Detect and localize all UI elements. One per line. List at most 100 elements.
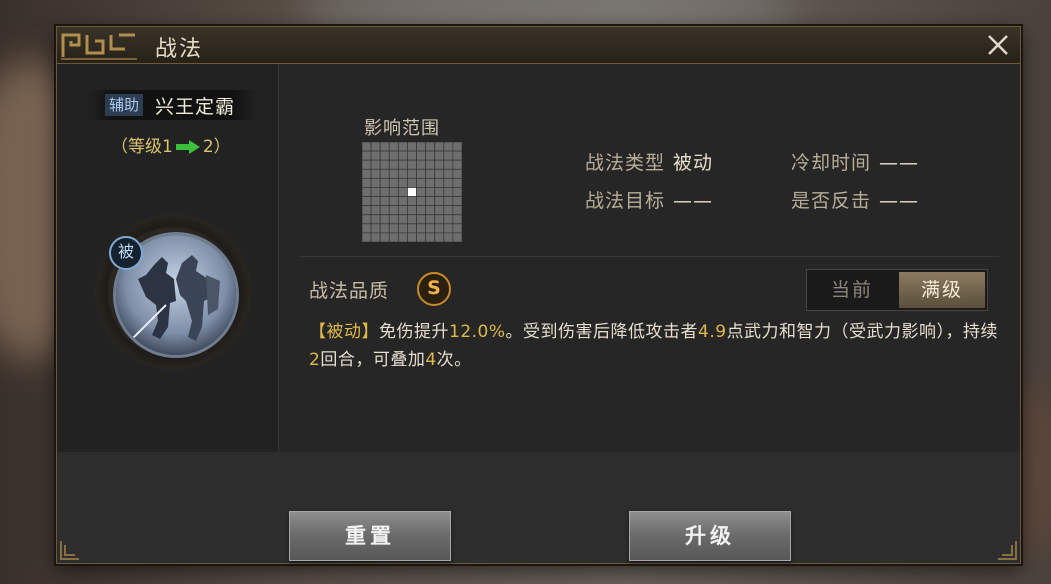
range-cell	[388, 214, 399, 225]
desc-tag: 【被动】	[309, 322, 379, 342]
range-cell	[434, 187, 445, 197]
range-cell	[416, 168, 427, 179]
desc-part: 次。	[436, 350, 472, 370]
range-cell	[416, 232, 427, 242]
close-icon[interactable]	[984, 31, 1012, 59]
range-cell	[370, 223, 381, 234]
range-cell	[443, 214, 454, 225]
range-cell	[388, 196, 399, 207]
range-cell	[416, 142, 427, 152]
counter-value: ——	[879, 190, 920, 212]
range-cell	[397, 142, 408, 152]
range-cell	[397, 214, 408, 225]
range-cell	[452, 205, 462, 216]
range-cell	[425, 205, 436, 216]
range-cell	[397, 196, 408, 207]
range-cell	[452, 159, 462, 170]
range-cell	[416, 177, 427, 188]
range-cell	[407, 159, 417, 170]
range-cell	[452, 177, 462, 188]
range-cell	[452, 150, 462, 161]
range-cell	[434, 232, 445, 242]
range-cell	[362, 232, 372, 242]
range-cell	[407, 232, 417, 242]
range-cell	[452, 196, 462, 207]
range-cell	[434, 214, 445, 225]
level-suffix: ）	[213, 137, 231, 157]
toggle-max-level[interactable]: 满级	[899, 272, 985, 308]
range-cell	[362, 223, 372, 234]
corner-ornament-icon	[998, 541, 1017, 560]
reset-button[interactable]: 重置	[289, 511, 451, 561]
dialog-title: 战法	[155, 37, 204, 62]
range-cell	[434, 150, 445, 161]
desc-part: 点武力和智力（受武力影响），持续	[726, 322, 999, 342]
skill-summary-panel: 辅助 兴王定霸 （等级1 2） 被	[57, 64, 279, 452]
range-cell	[452, 232, 462, 242]
role-badge: 辅助	[105, 94, 144, 116]
range-cell	[379, 159, 390, 170]
level-progress: （等级1 2）	[111, 132, 231, 157]
level-to: 2	[202, 137, 214, 157]
range-cell	[407, 150, 417, 161]
range-cell	[416, 150, 427, 161]
range-cell	[416, 205, 427, 216]
range-cell	[425, 187, 436, 197]
range-cell	[425, 159, 436, 170]
range-cell	[388, 187, 399, 197]
range-cell	[443, 196, 454, 207]
range-cell	[388, 168, 399, 179]
range-cell	[370, 205, 381, 216]
range-cell	[407, 196, 417, 207]
range-cell	[434, 142, 445, 152]
range-cell	[379, 187, 390, 197]
range-cell	[434, 168, 445, 179]
range-cell	[362, 177, 372, 188]
range-cell	[362, 159, 372, 170]
skill-detail-panel: 影响范围 战法类型 被动 冷却时间 —— 战法目标 —— 是否反击 —— 战法品质 S …	[279, 64, 1020, 452]
info-target: 战法目标 ——	[585, 186, 713, 213]
range-cell	[397, 159, 408, 170]
range-cell	[425, 196, 436, 207]
target-label: 战法目标	[585, 190, 666, 212]
level-toggle: 当前 满级	[806, 269, 988, 311]
range-cell	[425, 168, 436, 179]
range-cell	[379, 214, 390, 225]
type-value: 被动	[673, 152, 714, 174]
range-cell	[407, 223, 417, 234]
range-cell	[407, 142, 417, 152]
range-cell	[425, 142, 436, 152]
quality-grade-badge: S	[417, 272, 451, 306]
range-cell	[397, 177, 408, 188]
type-label: 战法类型	[585, 152, 666, 174]
range-cell	[397, 223, 408, 234]
range-cell	[379, 196, 390, 207]
toggle-current[interactable]: 当前	[809, 272, 895, 308]
upgrade-button[interactable]: 升级	[629, 511, 791, 561]
counter-label: 是否反击	[791, 190, 872, 212]
desc-part: 。受到伤害后降低攻击者	[505, 322, 699, 342]
range-cell	[379, 177, 390, 188]
range-cell	[443, 177, 454, 188]
range-cell	[362, 196, 372, 207]
range-cell	[370, 168, 381, 179]
arrow-right-icon	[175, 140, 200, 154]
range-cell	[379, 150, 390, 161]
desc-number: 2	[309, 350, 321, 370]
passive-badge: 被	[109, 236, 143, 270]
range-cell-center	[407, 187, 417, 197]
skill-name: 兴王定霸	[155, 96, 236, 118]
range-cell	[425, 150, 436, 161]
range-cell	[407, 168, 417, 179]
range-cell	[452, 142, 462, 152]
action-bar: 重置 升级	[57, 452, 1020, 563]
skill-name-plate: 辅助 兴王定霸	[89, 90, 257, 120]
range-cell	[443, 150, 454, 161]
range-cell	[362, 142, 372, 152]
range-cell	[434, 205, 445, 216]
cooldown-value: ——	[879, 152, 920, 174]
range-cell	[362, 187, 372, 197]
corner-ornament-icon	[60, 541, 79, 560]
range-cell	[388, 232, 399, 242]
range-cell	[452, 168, 462, 179]
